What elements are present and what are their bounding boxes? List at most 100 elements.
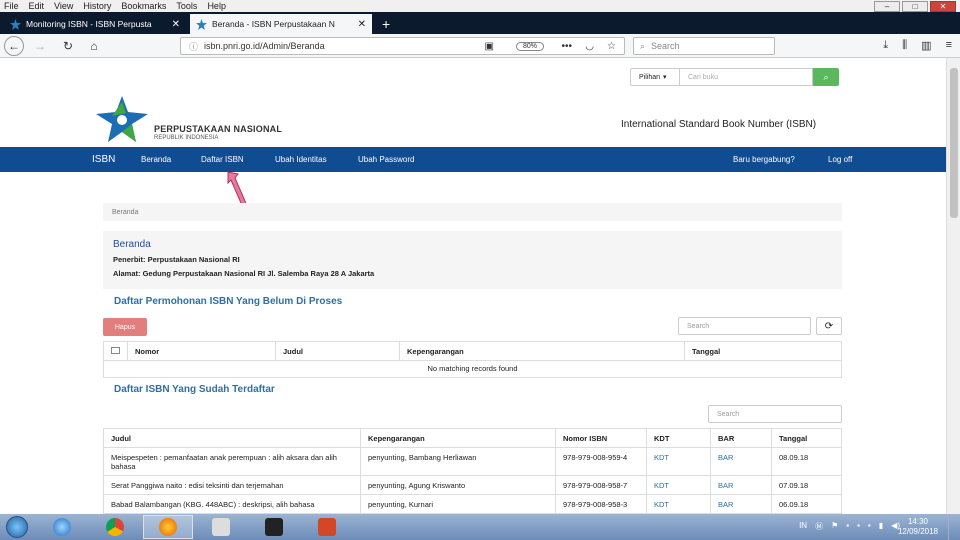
kdt-link[interactable]: KDT — [646, 475, 711, 495]
kdt-link[interactable]: KDT — [646, 447, 711, 476]
menu-bookmarks[interactable]: Bookmarks — [121, 1, 166, 11]
nav-ubah-password[interactable]: Ubah Password — [358, 155, 414, 164]
cell-judul: Babad Balambangan (KBG. 448ABC) : deskri… — [103, 494, 361, 514]
system-tray: IN Ⓜ ⚑ ▪ ▪ ▪ ▮ ◀) — [799, 521, 900, 532]
maximize-button[interactable]: □ — [902, 1, 928, 12]
taskbar-pirate[interactable] — [249, 515, 299, 539]
tray-icon[interactable]: ▪ — [868, 521, 871, 532]
taskbar-clock[interactable]: 14:30 12/09/2018 — [898, 517, 938, 537]
search-icon: ⌕ — [823, 71, 829, 82]
info-icon[interactable]: ⓘ — [189, 40, 198, 53]
delete-button[interactable]: Hapus — [103, 318, 147, 336]
menu-view[interactable]: View — [54, 1, 73, 11]
publisher-name: Penerbit: Perpustakaan Nasional RI — [113, 255, 240, 264]
pocket-icon[interactable]: ◡ — [585, 41, 594, 52]
cell-kepengarangan: penyunting, Agung Kriswanto — [360, 475, 556, 495]
table-row: Serat Panggiwa naito : edisi teksinti da… — [103, 475, 842, 495]
tray-m-icon[interactable]: Ⓜ — [815, 521, 823, 532]
bar-link[interactable]: BAR — [710, 494, 772, 514]
reader-view-icon[interactable]: ▣ — [485, 41, 494, 52]
col-bar[interactable]: BAR — [710, 428, 772, 448]
library-icon[interactable]: ⫼ — [902, 39, 907, 52]
col-tanggal[interactable]: Tanggal — [684, 341, 842, 361]
hamburger-menu-icon[interactable]: ≡ — [946, 39, 952, 52]
start-button[interactable] — [0, 514, 34, 540]
select-all-checkbox-cell[interactable] — [103, 341, 128, 361]
minimize-button[interactable]: – — [874, 1, 900, 12]
book-search-input[interactable]: Cari buku — [680, 68, 813, 86]
new-tab-icon[interactable]: + — [382, 14, 390, 34]
taskbar-powerpoint[interactable] — [302, 515, 352, 539]
back-icon[interactable]: ← — [4, 35, 24, 56]
taskbar-firefox[interactable] — [143, 515, 193, 539]
tab-monitoring[interactable]: Monitoring ISBN - ISBN Perpusta ✕ — [4, 14, 186, 34]
nav-baru-bergabung[interactable]: Baru bergabung? — [733, 155, 795, 164]
taskbar-ie[interactable] — [37, 515, 87, 539]
tray-icon[interactable]: ▪ — [857, 521, 860, 532]
bar-link[interactable]: BAR — [710, 475, 772, 495]
tab-beranda[interactable]: Beranda - ISBN Perpustakaan N ✕ — [190, 14, 372, 34]
search-category-select[interactable]: Pilihan ▾ — [630, 68, 680, 86]
tray-flag-icon[interactable]: ⚑ — [831, 521, 838, 532]
col-judul[interactable]: Judul — [275, 341, 400, 361]
col-tanggal[interactable]: Tanggal — [771, 428, 842, 448]
scrollbar-thumb[interactable] — [950, 68, 958, 218]
menu-history[interactable]: History — [83, 1, 111, 11]
breadcrumb: Beranda — [103, 203, 842, 221]
pending-search-input[interactable]: Search — [678, 317, 811, 335]
col-kepengarangan[interactable]: Kepengarangan — [399, 341, 685, 361]
menu-bar: File Edit View History Bookmarks Tools H… — [0, 0, 960, 12]
menu-edit[interactable]: Edit — [29, 1, 45, 11]
tab-close-icon[interactable]: ✕ — [358, 19, 366, 30]
pending-requests-title: Daftar Permohonan ISBN Yang Belum Di Pro… — [114, 296, 343, 307]
nav-beranda[interactable]: Beranda — [141, 155, 171, 164]
publisher-address: Alamat: Gedung Perpustakaan Nasional RI … — [113, 269, 375, 278]
zoom-indicator[interactable]: 80% — [515, 41, 544, 51]
clock-date: 12/09/2018 — [897, 527, 938, 536]
tab-close-icon[interactable]: ✕ — [172, 19, 180, 30]
table-row: No matching records found — [103, 360, 842, 378]
nav-daftar-isbn[interactable]: Daftar ISBN — [201, 155, 244, 164]
taskbar-chrome[interactable] — [90, 515, 140, 539]
forward-icon[interactable]: → — [30, 39, 50, 53]
nav-ubah-identitas[interactable]: Ubah Identitas — [275, 155, 327, 164]
kdt-link[interactable]: KDT — [646, 494, 711, 514]
pending-requests-table: Nomor Judul Kepengarangan Tanggal No mat… — [103, 341, 842, 378]
download-icon[interactable]: ⤓ — [883, 39, 888, 52]
menu-tools[interactable]: Tools — [176, 1, 197, 11]
checkbox-icon[interactable] — [111, 346, 120, 354]
sidebar-icon[interactable]: ▥ — [921, 39, 931, 52]
browser-search-field[interactable]: ⌕ Search — [633, 37, 775, 55]
app-icon — [212, 518, 230, 536]
bookmark-star-icon[interactable]: ☆ — [607, 41, 616, 52]
nav-log-off[interactable]: Log off — [828, 155, 852, 164]
search-button[interactable]: ⌕ — [813, 68, 839, 86]
bar-link[interactable]: BAR — [710, 447, 772, 476]
menu-file[interactable]: File — [4, 1, 19, 11]
address-bar[interactable]: ⓘ isbn.pnri.go.id/Admin/Beranda ▣ 80% ••… — [180, 37, 625, 55]
col-judul[interactable]: Judul — [103, 428, 361, 448]
taskbar-app[interactable] — [196, 515, 246, 539]
menu-help[interactable]: Help — [207, 1, 226, 11]
col-kepengarangan[interactable]: Kepengarangan — [360, 428, 556, 448]
tray-icon[interactable]: ▪ — [846, 521, 849, 532]
org-name: PERPUSTAKAAN NASIONAL — [154, 124, 283, 134]
col-kdt[interactable]: KDT — [646, 428, 711, 448]
page-actions-icon[interactable]: ••• — [561, 41, 572, 52]
home-icon[interactable]: ⌂ — [84, 39, 104, 53]
registered-isbn-table: Judul Kepengarangan Nomor ISBN KDT BAR T… — [103, 428, 842, 514]
show-desktop-button[interactable] — [948, 514, 960, 540]
network-icon[interactable]: ▮ — [879, 521, 883, 532]
reload-icon[interactable]: ↻ — [58, 39, 78, 53]
nav-brand[interactable]: ISBN — [92, 154, 115, 165]
caret-down-icon: ▾ — [663, 74, 667, 81]
col-nomor[interactable]: Nomor — [127, 341, 276, 361]
registered-search-input[interactable]: Search — [708, 405, 842, 423]
star-favicon-icon — [196, 18, 207, 30]
language-indicator[interactable]: IN — [799, 521, 807, 532]
site-title: International Standard Book Number (ISBN… — [621, 119, 817, 130]
col-nomor-isbn[interactable]: Nomor ISBN — [555, 428, 647, 448]
close-window-button[interactable]: ✕ — [930, 1, 956, 12]
page-scrollbar[interactable] — [946, 58, 960, 514]
refresh-button[interactable]: ⟳ — [816, 317, 842, 335]
